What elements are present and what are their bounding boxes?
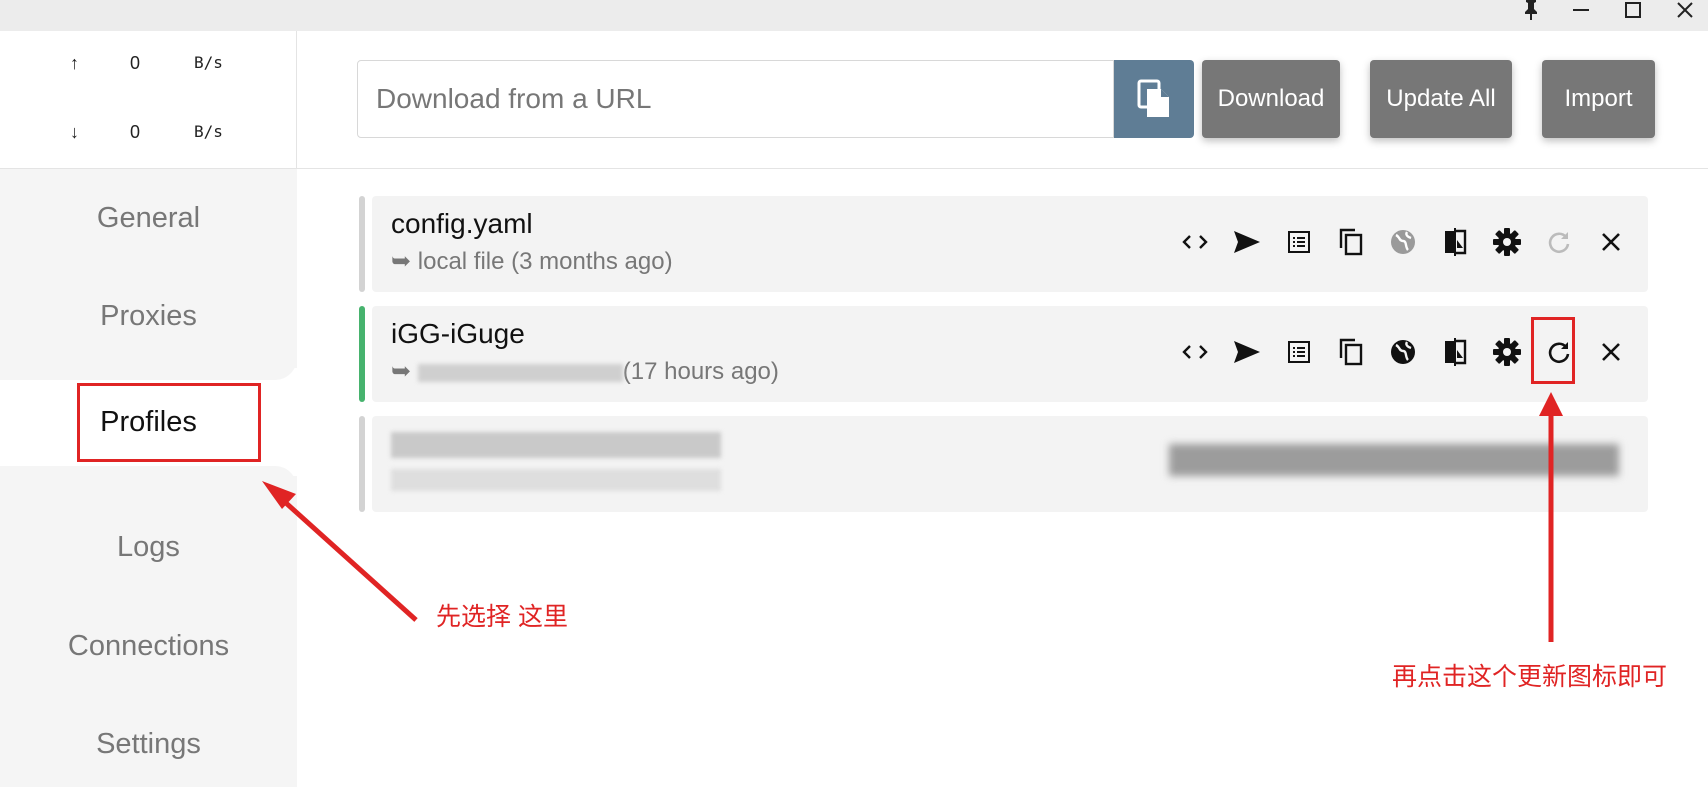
nav-proxies[interactable]: Proxies [0,267,297,365]
nav-connections[interactable]: Connections [0,597,297,695]
pin-icon[interactable] [1518,0,1544,20]
nav-settings[interactable]: Settings [0,695,297,793]
profile-name: iGG-iGuge [391,318,525,349]
delete-icon[interactable] [1585,326,1637,378]
highlight-profiles [77,383,261,462]
annotation-click-refresh: 再点击这个更新图标即可 [1392,663,1668,691]
upload-value: 0 [130,53,141,73]
globe-icon[interactable] [1377,216,1429,268]
send-icon[interactable] [1221,216,1273,268]
settings-gear-icon[interactable] [1481,326,1533,378]
download-value: 0 [130,122,141,142]
profile-card-config[interactable]: config.yaml ➥ local file (3 months ago) [372,196,1648,292]
profile-source: ➥ local file (3 months ago) [391,248,673,275]
profiles-toolbar: Download Update All Import [297,31,1708,169]
refresh-icon[interactable] [1533,216,1585,268]
download-arrow: ↓ [70,122,79,142]
redacted-source [391,469,721,491]
redacted-url [417,363,623,382]
download-speed: ↓ 0 B/s [70,122,270,146]
url-input[interactable] [357,60,1114,138]
annotation-select-here: 先选择 这里 [436,603,568,631]
update-all-button[interactable]: Update All [1370,60,1512,138]
nav-curve-bottom [0,466,297,488]
close-icon[interactable] [1672,0,1698,20]
profile-source: ➥ (17 hours ago) [391,358,779,385]
upload-unit: B/s [194,53,223,72]
highlight-refresh [1531,317,1575,384]
globe-icon[interactable] [1377,326,1429,378]
code-icon[interactable] [1169,216,1221,268]
redacted-actions [1169,444,1619,476]
minimize-icon[interactable] [1568,0,1594,20]
compare-icon[interactable] [1429,216,1481,268]
title-bar [0,0,1708,31]
send-icon[interactable] [1221,326,1273,378]
nav-logs[interactable]: Logs [0,498,297,596]
copy-icon[interactable] [1325,216,1377,268]
upload-speed: ↑ 0 B/s [70,53,270,77]
traffic-monitor: ↑ 0 B/s ↓ 0 B/s [0,31,297,169]
list-icon[interactable] [1273,326,1325,378]
settings-gear-icon[interactable] [1481,216,1533,268]
paste-icon [1137,79,1169,117]
profile-indicator [359,416,365,512]
code-icon[interactable] [1169,326,1221,378]
paste-button[interactable] [1114,60,1194,138]
profile-name: config.yaml [391,208,533,239]
delete-icon[interactable] [1585,216,1637,268]
upload-arrow: ↑ [70,53,79,73]
download-unit: B/s [194,122,223,141]
profile-indicator-selected [359,306,365,402]
download-button[interactable]: Download [1202,60,1340,138]
import-button[interactable]: Import [1542,60,1655,138]
nav-curve-top [0,358,297,380]
profile-card-blurred[interactable] [372,416,1648,512]
profile-card-igg[interactable]: iGG-iGuge ➥ (17 hours ago) [372,306,1648,402]
compare-icon[interactable] [1429,326,1481,378]
profile-indicator [359,196,365,292]
nav-general[interactable]: General [0,169,297,267]
copy-icon[interactable] [1325,326,1377,378]
redacted-name [391,432,721,458]
list-icon[interactable] [1273,216,1325,268]
maximize-icon[interactable] [1620,0,1646,20]
profile-actions [1169,216,1637,268]
